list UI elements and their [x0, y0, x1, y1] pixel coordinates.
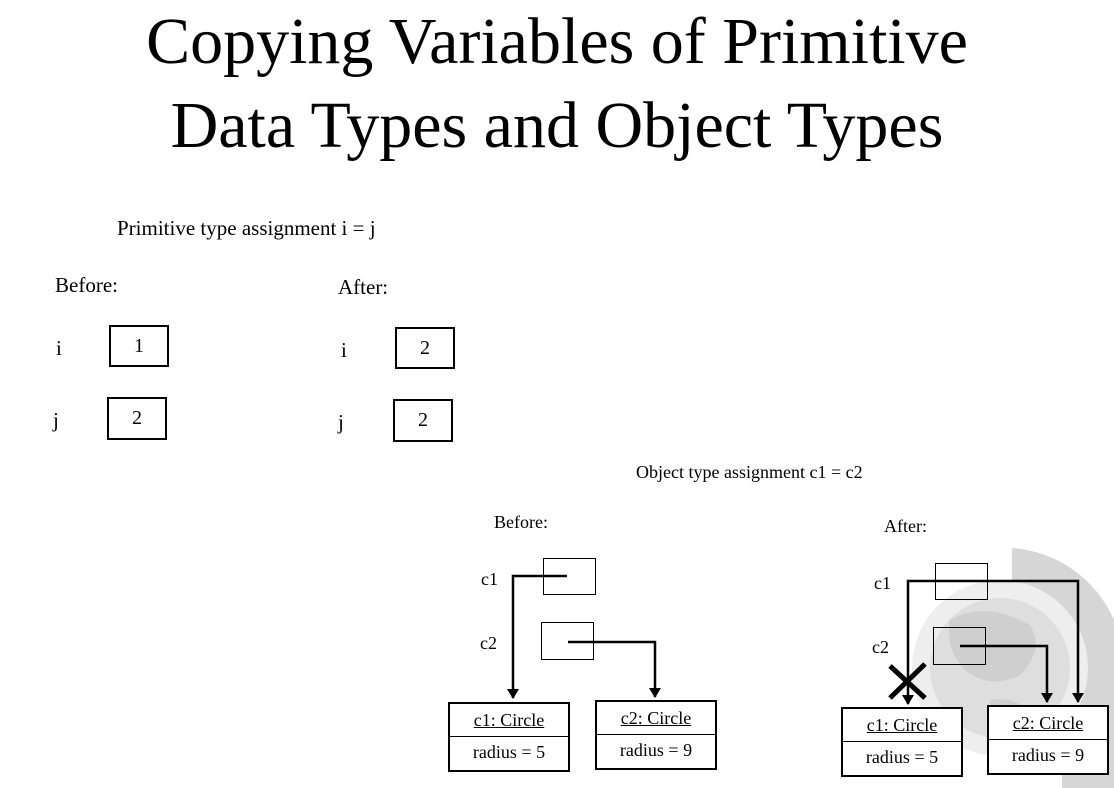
object-after-circle2-field: radius = 9 [1011, 745, 1085, 765]
primitive-after-i-box: 2 [395, 327, 455, 369]
globe-watermark [912, 548, 1114, 788]
object-before-circle1: c1: Circle radius = 5 [448, 702, 570, 772]
primitive-before-j-box: 2 [107, 397, 167, 440]
primitive-before-i-box: 1 [109, 325, 169, 367]
object-after-circle1-field: radius = 5 [865, 747, 939, 767]
object-before-circle2-name: c2: Circle [597, 702, 715, 735]
object-heading: Object type assignment c1 = c2 [636, 462, 863, 482]
object-before-label: Before: [494, 512, 548, 532]
object-before-circle2: c2: Circle radius = 9 [595, 700, 717, 770]
object-after-c2-label: c2 [872, 637, 889, 657]
object-before-c1-ref-box [543, 558, 596, 595]
object-after-circle1: c1: Circle radius = 5 [841, 707, 963, 777]
object-before-circle1-name: c1: Circle [450, 704, 568, 737]
primitive-after-label: After: [338, 275, 389, 299]
object-before-circle1-field: radius = 5 [472, 742, 546, 762]
primitive-before-label: Before: [55, 273, 118, 297]
primitive-heading: Primitive type assignment i = j [117, 216, 376, 240]
primitive-before-i-label: i [56, 336, 62, 360]
object-after-circle2-name: c2: Circle [989, 707, 1107, 740]
object-after-c2-ref-box [933, 627, 986, 665]
object-after-label: After: [884, 516, 927, 536]
object-before-c1-label: c1 [481, 569, 498, 589]
primitive-after-j-label: j [338, 410, 344, 434]
primitive-before-j-label: j [53, 408, 59, 432]
object-after-c1-ref-box [935, 563, 988, 600]
object-after-circle1-name: c1: Circle [843, 709, 961, 742]
primitive-after-i-label: i [341, 338, 347, 362]
object-after-c1-label: c1 [874, 573, 891, 593]
primitive-after-j-box: 2 [393, 399, 453, 442]
object-before-c2-label: c2 [480, 633, 497, 653]
object-before-circle2-field: radius = 9 [619, 740, 693, 760]
object-before-c2-ref-box [541, 622, 594, 660]
object-after-circle2: c2: Circle radius = 9 [987, 705, 1109, 775]
